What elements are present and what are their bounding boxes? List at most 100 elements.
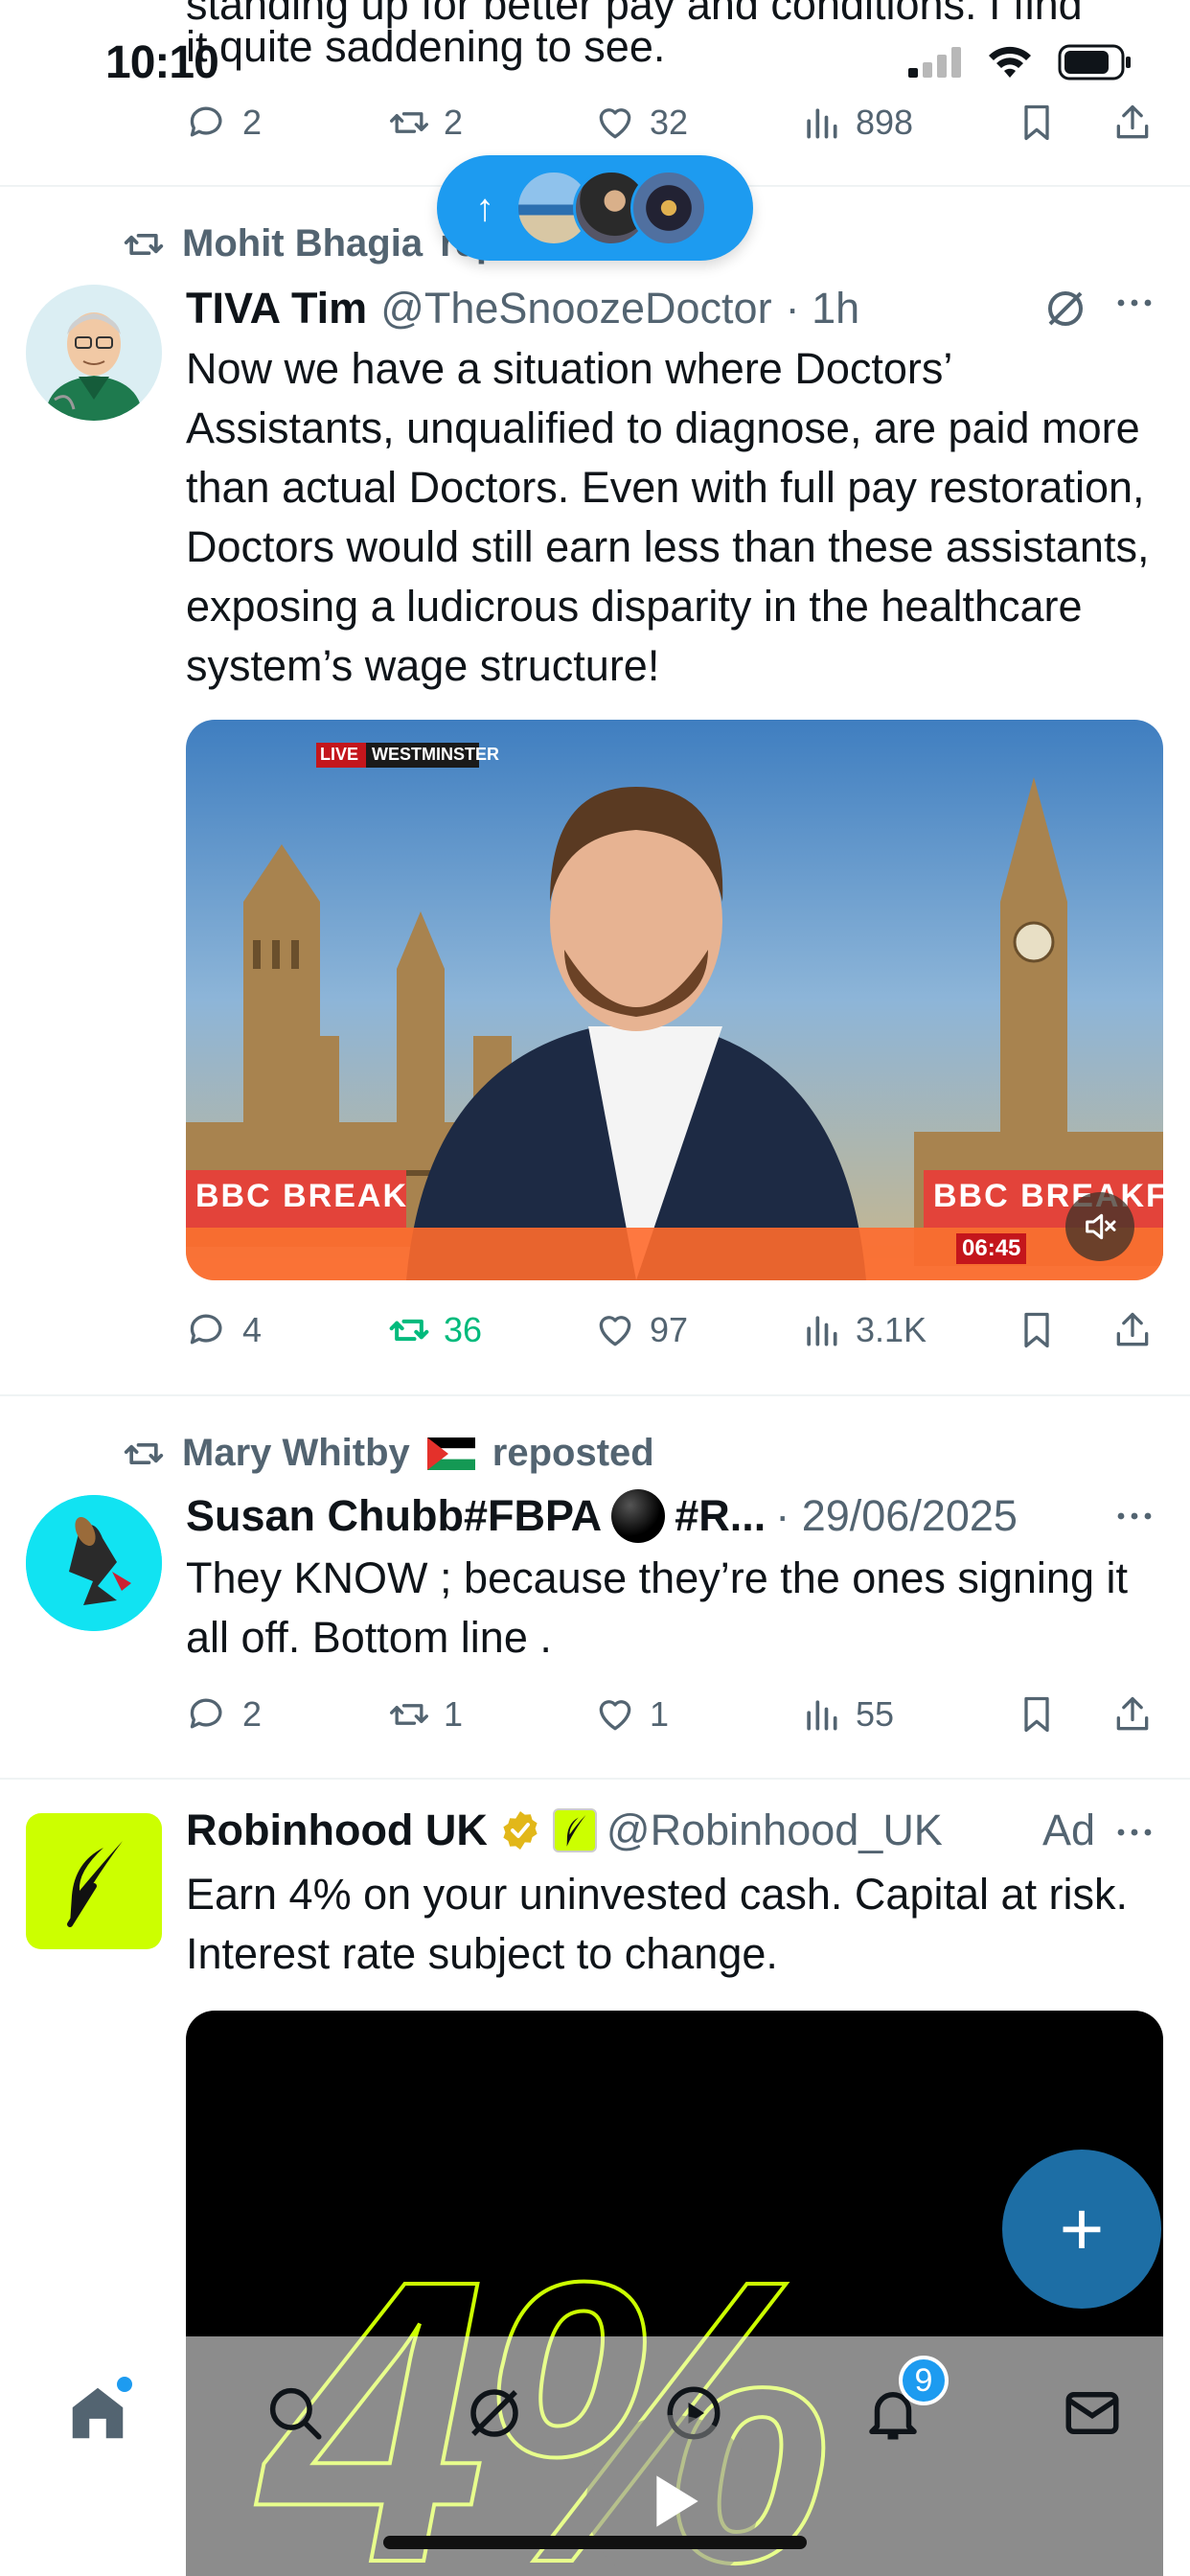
share-icon bbox=[1116, 104, 1149, 139]
messages-icon bbox=[1065, 2392, 1119, 2434]
black-circle-emoji bbox=[611, 1489, 666, 1543]
like-button[interactable]: 1 bbox=[594, 1693, 800, 1736]
arrow-up-icon: ↑ bbox=[475, 186, 494, 229]
reply-count: 2 bbox=[242, 1694, 263, 1734]
like-button[interactable]: 32 bbox=[594, 102, 800, 144]
more-icon bbox=[1117, 1512, 1152, 1520]
author-name[interactable]: TIVA Tim bbox=[186, 284, 367, 334]
author-name[interactable]: Robinhood UK bbox=[186, 1806, 488, 1855]
reply-icon bbox=[190, 106, 222, 137]
author-name[interactable]: Susan Chubb#FBPA bbox=[186, 1491, 602, 1541]
bbc-brand-left: BBC BREAK bbox=[195, 1178, 408, 1214]
battery-icon bbox=[1058, 44, 1131, 80]
nav-search[interactable] bbox=[257, 2375, 333, 2451]
ad-play-button[interactable] bbox=[586, 2415, 759, 2576]
repost-count: 2 bbox=[444, 103, 464, 142]
bookmark-icon bbox=[1024, 1312, 1049, 1348]
like-button[interactable]: 97 bbox=[594, 1309, 800, 1351]
views-icon bbox=[807, 1700, 837, 1731]
share-icon bbox=[1116, 1312, 1149, 1346]
avatar-susan-chubb[interactable] bbox=[26, 1495, 162, 1631]
views-count: 3.1K bbox=[856, 1310, 927, 1349]
compose-button[interactable]: + bbox=[1002, 2150, 1161, 2309]
heart-icon bbox=[599, 108, 631, 139]
tweet1-actions: 4 36 97 3.1K bbox=[187, 1301, 1164, 1359]
affiliate-badge-icon bbox=[552, 1808, 597, 1852]
reply-button[interactable]: 2 bbox=[187, 102, 388, 144]
tweet-time: · 29/06/2025 bbox=[775, 1491, 1018, 1540]
bookmark-button[interactable] bbox=[1016, 102, 1111, 144]
reply-count: 2 bbox=[242, 103, 263, 142]
tweet1-video[interactable]: LIVE WESTMINSTER BBC BREAK BBC BREAKFA 0… bbox=[186, 720, 1163, 1280]
bookmark-button[interactable] bbox=[1016, 1309, 1111, 1351]
repost-button[interactable]: 1 bbox=[388, 1693, 594, 1736]
verified-gold-badge-icon bbox=[503, 1811, 538, 1850]
avatar-robinhood[interactable] bbox=[26, 1813, 162, 1949]
reposted-by-name[interactable]: Mohit Bhagia bbox=[182, 222, 423, 265]
avatar-cartoon-doctor bbox=[26, 285, 162, 421]
new-posts-pill[interactable]: ↑ bbox=[437, 155, 753, 261]
grok-icon bbox=[470, 2389, 518, 2437]
tweet-time: · 1h bbox=[785, 284, 860, 333]
reply-icon bbox=[190, 1314, 222, 1345]
reposted-suffix: reposted bbox=[492, 1432, 654, 1474]
partial-tweet-text-line-2: it quite saddening to see. bbox=[186, 22, 666, 71]
views-count: 55 bbox=[856, 1694, 895, 1734]
bookmark-button[interactable] bbox=[1016, 1693, 1111, 1736]
views-count: 898 bbox=[856, 103, 914, 142]
more-icon bbox=[1117, 1828, 1152, 1836]
repost-button[interactable]: 36 bbox=[388, 1309, 594, 1351]
nav-notifications[interactable]: 9 bbox=[855, 2356, 949, 2451]
mute-button[interactable] bbox=[1065, 1192, 1134, 1261]
repost-count: 1 bbox=[444, 1694, 464, 1734]
home-unread-dot bbox=[117, 2377, 132, 2392]
more-options-button[interactable] bbox=[1111, 1809, 1157, 1865]
muted-speaker-icon bbox=[1086, 1213, 1116, 1240]
ad-text: Earn 4% on your uninvested cash. Capital… bbox=[186, 1870, 1129, 1978]
robinhood-feather-icon bbox=[67, 1841, 123, 1927]
share-icon bbox=[1116, 1696, 1149, 1731]
more-options-button[interactable] bbox=[1111, 280, 1157, 335]
nav-home[interactable] bbox=[59, 2375, 136, 2451]
nav-messages[interactable] bbox=[1054, 2375, 1131, 2451]
status-icons bbox=[908, 44, 1133, 80]
more-options-button[interactable] bbox=[1111, 1493, 1157, 1549]
grok-icon bbox=[1048, 291, 1083, 326]
cellular-signal-icon bbox=[908, 47, 961, 78]
ad-label: Ad bbox=[1042, 1806, 1096, 1854]
reply-count: 4 bbox=[242, 1310, 263, 1349]
tweet1-text: Now we have a situation where Doctors’ A… bbox=[186, 344, 1150, 690]
like-count: 32 bbox=[650, 103, 689, 142]
heart-icon bbox=[599, 1700, 631, 1731]
bookmark-icon bbox=[1024, 1696, 1049, 1733]
views-button[interactable]: 898 bbox=[800, 102, 1016, 144]
author-handle[interactable]: @TheSnoozeDoctor bbox=[380, 284, 771, 334]
share-button[interactable] bbox=[1111, 1309, 1154, 1351]
share-button[interactable] bbox=[1111, 102, 1154, 144]
repost-button[interactable]: 2 bbox=[388, 102, 594, 144]
repost-icon bbox=[124, 1442, 164, 1464]
grok-explain-button[interactable] bbox=[1042, 286, 1088, 336]
tweet2-header: Susan Chubb#FBPA #R... · 29/06/2025 bbox=[186, 1489, 1018, 1543]
reposted-by-name[interactable]: Mary Whitby bbox=[182, 1432, 410, 1475]
reply-icon bbox=[190, 1698, 222, 1729]
views-button[interactable]: 3.1K bbox=[800, 1309, 1016, 1351]
avatar-tiva-tim[interactable] bbox=[26, 285, 162, 421]
reply-button[interactable]: 2 bbox=[187, 1693, 388, 1736]
notifications-badge: 9 bbox=[899, 2356, 949, 2405]
share-button[interactable] bbox=[1111, 1693, 1154, 1736]
tweet2-actions: 2 1 1 55 bbox=[187, 1686, 1164, 1743]
live-label: LIVE bbox=[320, 745, 359, 764]
plus-icon: + bbox=[1059, 2186, 1105, 2271]
reply-button[interactable]: 4 bbox=[187, 1309, 388, 1351]
partial-tweet-actions: 2 2 32 898 bbox=[187, 94, 1164, 151]
ad-header: Robinhood UK @Robinhood_UK bbox=[186, 1806, 943, 1855]
heart-icon bbox=[599, 1316, 631, 1346]
repost-icon bbox=[124, 233, 164, 255]
repost-icon bbox=[390, 1704, 428, 1725]
nav-grok[interactable] bbox=[456, 2375, 533, 2451]
views-button[interactable]: 55 bbox=[800, 1693, 1016, 1736]
author-name-suffix[interactable]: #R... bbox=[675, 1491, 766, 1541]
author-handle[interactable]: @Robinhood_UK bbox=[606, 1806, 943, 1855]
location-label: WESTMINSTER bbox=[372, 745, 499, 764]
